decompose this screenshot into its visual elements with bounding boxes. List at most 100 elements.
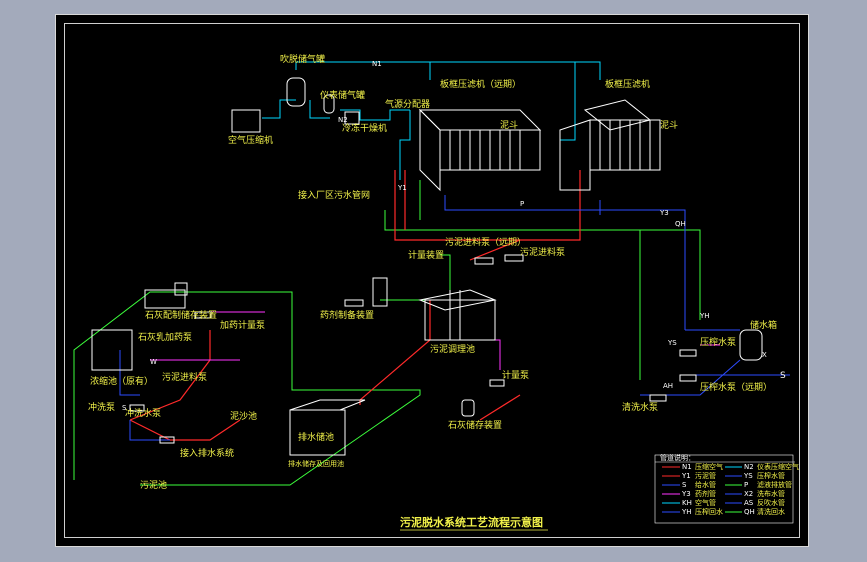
press-pump-shape bbox=[679, 349, 697, 357]
sludge-feed-pump-label: 污泥进料泵 bbox=[520, 246, 565, 258]
mud-tank-label: 泥沙池 bbox=[230, 410, 257, 422]
filter-press-right-label: 板框压滤机 bbox=[605, 78, 650, 90]
pipe-tag: P bbox=[520, 200, 524, 208]
pipe-tag: AH bbox=[663, 382, 673, 390]
sludge-pump-future-shape bbox=[474, 257, 494, 265]
metering-pump-label: 计量泵 bbox=[502, 369, 529, 381]
lime-link bbox=[479, 394, 521, 421]
legend-code: QH bbox=[744, 508, 755, 516]
legend-desc: 滤液排放管 bbox=[757, 480, 792, 489]
filter-press-left-label: 板框压滤机（远期） bbox=[440, 78, 521, 90]
gas-distributor-label: 气源分配器 bbox=[385, 98, 430, 110]
pipe-tag: QH bbox=[675, 220, 686, 228]
to-sludge-pipe-label: 接入厂区污水管网 bbox=[298, 189, 370, 201]
dosing-plant-label: 药剂制备装置 bbox=[320, 309, 374, 321]
press-pump-future-shape bbox=[679, 374, 697, 382]
sludge-feed-pump-future-label: 污泥进料泵（远期） bbox=[445, 236, 526, 248]
pipe-tag: YH bbox=[699, 312, 710, 320]
lime-pump-label: 石灰乳加药泵 bbox=[138, 331, 192, 343]
metering-tank-shape bbox=[372, 277, 388, 307]
to-drain-label: 接入排水系统 bbox=[180, 447, 234, 459]
legend-desc: 洗布水管 bbox=[757, 489, 785, 498]
clean-pump-label: 清洗水泵 bbox=[622, 401, 658, 413]
legend-desc: 给水管 bbox=[695, 480, 716, 489]
air-main-pipe bbox=[295, 61, 601, 80]
water-main bbox=[444, 195, 686, 330]
chemical-storage-label: 石灰储存装置 bbox=[448, 419, 502, 431]
conditioning-tank-label: 污泥调理池 bbox=[430, 343, 475, 355]
hopper-left-label: 泥斗 bbox=[500, 120, 518, 131]
air-compressor-pipe bbox=[262, 99, 296, 119]
water-tank-label: 储水箱 bbox=[750, 319, 777, 331]
legend-code: P bbox=[744, 481, 748, 489]
dosing-pump-label: 加药计量泵 bbox=[220, 319, 265, 331]
legend-code: N2 bbox=[744, 463, 754, 471]
press-pump-label: 压榨水泵 bbox=[700, 336, 736, 348]
legend-code: Y3 bbox=[681, 490, 691, 498]
distributor-pipe bbox=[399, 110, 411, 180]
legend-code: KH bbox=[682, 499, 692, 507]
lime-prep-label: 石灰配制储存装置 bbox=[145, 309, 217, 321]
air-compressor-label: 空气压缩机 bbox=[228, 134, 273, 146]
air-right-pipe bbox=[559, 62, 576, 180]
pipe-tag: Y1 bbox=[397, 184, 407, 192]
pipe-tag: YS bbox=[667, 339, 677, 347]
process-diagram: 吹脱储气罐 空气压缩机 仪表储气罐 气源分配器 冷冻干燥机 板框压滤机（远期） … bbox=[73, 53, 799, 531]
sludge-return bbox=[129, 419, 241, 441]
blower-tank-label: 吹脱储气罐 bbox=[280, 53, 325, 65]
sludge-pump-label: 污泥进料泵 bbox=[162, 371, 207, 383]
pipe-tag: N2 bbox=[338, 116, 348, 124]
clean-pump-shape bbox=[649, 394, 667, 402]
air-compressor-box bbox=[231, 109, 261, 133]
legend-code: AS bbox=[744, 499, 754, 507]
legend-desc: 反吹水管 bbox=[757, 498, 785, 507]
legend-desc: 仪表压缩空气 bbox=[757, 462, 799, 471]
filter-press-left-shape bbox=[418, 108, 542, 192]
pipe-tag: S bbox=[122, 404, 127, 412]
instrument-tank-label: 仪表储气罐 bbox=[320, 89, 365, 101]
rinse-pump-label: 冲洗水泵 bbox=[125, 407, 161, 419]
legend-code: S bbox=[682, 481, 687, 489]
sludge-thickener-shape bbox=[91, 329, 133, 371]
drain-branch bbox=[610, 229, 701, 320]
pipe-tag: N1 bbox=[372, 60, 382, 68]
s-terminal-label: S bbox=[780, 371, 786, 381]
legend-desc: 压缩空气 bbox=[695, 462, 723, 471]
legend-desc: 空气管 bbox=[695, 498, 716, 507]
sludge-thickener-label: 浓缩池（原有） bbox=[90, 375, 153, 387]
chemical-storage-shape bbox=[461, 399, 475, 417]
water-tank-shape bbox=[739, 329, 763, 361]
legend-desc: 药剂管 bbox=[695, 489, 716, 498]
drain-tank-shape bbox=[289, 399, 366, 456]
pipe-tag: W bbox=[150, 358, 157, 366]
drawing-title: 污泥脱水系统工艺流程示意图 bbox=[400, 515, 543, 529]
legend-code: YH bbox=[681, 508, 692, 516]
legend-desc: 压榨水管 bbox=[757, 471, 785, 480]
lime-prep-shape bbox=[144, 289, 186, 309]
equipment-shapes bbox=[91, 77, 763, 456]
drain-main bbox=[384, 210, 641, 380]
rinse-pump-link bbox=[119, 350, 140, 396]
legend-code: Y1 bbox=[681, 472, 691, 480]
legend-desc: 清洗回水 bbox=[757, 507, 785, 516]
hopper-right-label: 泥斗 bbox=[660, 120, 678, 131]
air-tank-pipe bbox=[309, 100, 330, 119]
wash-pump-label: 冲洗泵 bbox=[88, 401, 115, 413]
legend-code: X2 bbox=[744, 490, 753, 498]
sludge-pool-label: 污泥池 bbox=[140, 479, 167, 491]
press-pump-future-label: 压榨水泵（远期） bbox=[700, 381, 772, 393]
pipe-tag: X bbox=[762, 351, 767, 359]
legend-heading: 管道说明： bbox=[660, 453, 695, 462]
legend-desc: 污泥管 bbox=[695, 471, 716, 480]
drain-tank-label: 排水储池 bbox=[298, 431, 334, 443]
water-pipes bbox=[119, 195, 790, 441]
legend-code: N1 bbox=[682, 463, 692, 471]
cold-dryer-label: 冷冻干燥机 bbox=[342, 122, 387, 134]
drain-tank-note: 排水储存及回用池 bbox=[288, 459, 344, 468]
blower-tank-shape bbox=[286, 77, 306, 107]
conditioning-tank-shape bbox=[418, 289, 497, 341]
legend-code: YS bbox=[743, 472, 753, 480]
pipe-tag: Y3 bbox=[659, 209, 669, 217]
legend-desc: 压榨回水 bbox=[695, 507, 723, 516]
metering-device-label: 计量装置 bbox=[408, 249, 444, 261]
